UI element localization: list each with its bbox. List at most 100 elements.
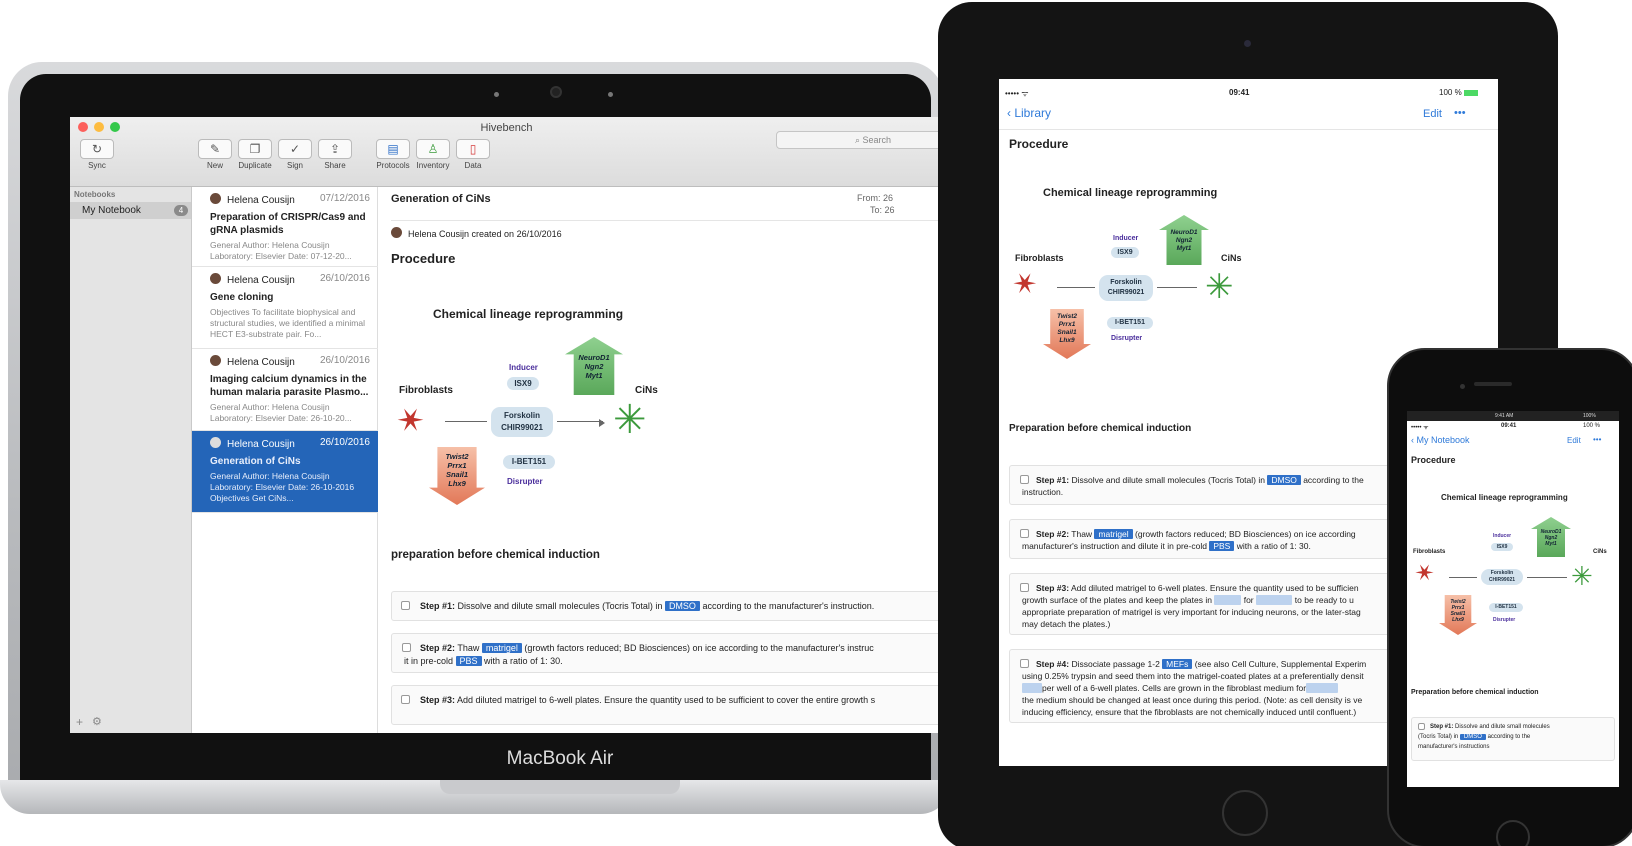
reagent-tag[interactable]: PBS (1209, 541, 1235, 551)
step-text: Thaw (455, 643, 482, 653)
edit-button[interactable]: Edit (1567, 436, 1581, 445)
iphone-screen: 9:41 AM 100% ••••• ᯤ 09:41 100 % ‹ My Not… (1407, 411, 1619, 787)
isx9-pill: ISX9 (507, 377, 539, 390)
duration-tag[interactable] (1306, 683, 1339, 693)
sidebar-item-my-notebook[interactable]: My Notebook 4 (70, 202, 191, 219)
arrow (1057, 287, 1095, 288)
iphone-home-button[interactable] (1496, 820, 1530, 846)
reagent-tag[interactable]: DMSO (1267, 475, 1301, 485)
inducer-label: Inducer (1113, 235, 1139, 242)
date-from: From: 26 (857, 193, 894, 203)
gene-label: Lhx9 (1452, 617, 1464, 623)
step-text: according to the manufacturer's instruct… (699, 601, 875, 611)
ibet-pill: I-BET151 (1107, 317, 1153, 329)
search-input[interactable]: ⌕ Search (776, 131, 943, 149)
step-text: manufacturer's instruction and dilute it… (1022, 541, 1210, 551)
back-button[interactable]: ‹ My Notebook (1411, 435, 1470, 445)
arrow (1449, 577, 1477, 578)
reagent-tag[interactable]: DMSO (664, 601, 700, 611)
product-scene: MacBook Air Hivebench ↻ Sync ✎ New ❐ Dup… (0, 0, 1632, 846)
reagent-tag[interactable]: PBS (455, 656, 482, 666)
chir-label: CHIR99021 (501, 423, 543, 432)
avatar (210, 193, 221, 204)
step-label: Step #1: (420, 601, 456, 611)
fibroblasts-label: Fibroblasts (399, 385, 453, 396)
step-checkbox[interactable] (1020, 659, 1029, 668)
macbook-brand: MacBook Air (506, 748, 614, 769)
edit-button[interactable]: Edit (1423, 108, 1442, 120)
sensor-dot (608, 92, 613, 97)
reagent-tag[interactable]: DMSO (1459, 734, 1486, 740)
document-title: Generation of CiNs (391, 193, 491, 205)
created-by: Helena Cousijn created on 26/10/2016 (391, 227, 562, 239)
note-date: 26/10/2016 (319, 273, 370, 284)
reagent-tag[interactable]: matrigel (481, 643, 522, 653)
list-item-selected[interactable]: Helena Cousijn 26/10/2016 Generation of C… (192, 431, 378, 513)
window-toolbar: Hivebench ↻ Sync ✎ New ❐ Duplicate ✓ Sig… (70, 117, 943, 187)
step-text: (Tocris Total) in (1418, 734, 1460, 740)
iphone-camera-icon (1460, 384, 1465, 389)
step-card: Step #1: Dissolve and dilute small molec… (391, 591, 943, 621)
quantity-tag[interactable] (1022, 683, 1042, 693)
note-preview: General Author: Helena Cousijn Laborator… (210, 240, 352, 261)
gene-label: Ngn2 (1175, 237, 1193, 244)
gene-label: Snail1 (1057, 329, 1077, 336)
list-item[interactable]: Helena Cousijn 26/10/2016 Imaging calcium… (192, 349, 378, 431)
checkmark-icon: ✓ (278, 139, 312, 159)
more-button[interactable]: ••• (1454, 107, 1466, 119)
step-checkbox[interactable] (1418, 723, 1425, 730)
subsection-heading: Preparation before chemical induction (1411, 689, 1539, 696)
carrier-status: ••••• ᯤ (1005, 89, 1029, 98)
diagram-title: Chemical lineage reprogramming (433, 307, 624, 321)
reagent-tag[interactable]: MEFs (1162, 659, 1193, 669)
note-author: Helena Cousijn (227, 357, 295, 368)
step-text: with a ratio of 1: 30. (1234, 541, 1311, 551)
forskolin-chir-pill: Forskolin CHIR99021 (1099, 275, 1153, 301)
fibroblasts-label: Fibroblasts (1015, 253, 1064, 263)
macbook-notch (440, 780, 680, 794)
add-icon[interactable]: + (76, 715, 83, 729)
step-checkbox[interactable] (1020, 583, 1029, 592)
note-date: 07/12/2016 (319, 193, 370, 204)
note-preview: General Author: Helena Cousijn Laborator… (210, 402, 352, 423)
reprogramming-diagram: Chemical lineage reprogramming Fibroblas… (389, 297, 691, 527)
step-text: Add diluted matrigel to 6-well plates. E… (455, 695, 876, 705)
step-checkbox[interactable] (401, 601, 410, 610)
reagent-tag[interactable]: matrigel (1094, 529, 1133, 539)
step-text: Dissolve and dilute small molecules (1453, 724, 1550, 730)
step-text: it in pre-cold (404, 656, 456, 666)
step-text: to be ready to u (1294, 595, 1354, 605)
timer-tag[interactable]: 0:30:00 (1256, 595, 1293, 605)
gene-label: Twist2 (445, 452, 469, 461)
step-checkbox[interactable] (401, 695, 410, 704)
forskolin-label: Forskolin (1110, 279, 1142, 286)
step-checkbox[interactable] (402, 643, 411, 652)
mac-window: Hivebench ↻ Sync ✎ New ❐ Duplicate ✓ Sig… (70, 117, 943, 733)
subsection-heading: preparation before chemical induction (391, 549, 600, 561)
reprogramming-diagram: Chemical lineage reprogramming Fibroblas… (1006, 181, 1269, 381)
step-checkbox[interactable] (1020, 529, 1029, 538)
list-item[interactable]: Helena Cousijn 07/12/2016 Preparation of … (192, 187, 378, 267)
gene-label: Prrx1 (447, 461, 467, 470)
step-text: Dissolve and dilute small molecules (Toc… (455, 601, 665, 611)
step-label: Step #4: (1036, 659, 1070, 669)
more-button[interactable]: ••• (1593, 435, 1601, 444)
chir-label: CHIR99021 (1488, 577, 1516, 583)
settings-icon[interactable]: ⚙ (92, 715, 102, 728)
step-text: Dissociate passage 1-2 (1069, 659, 1163, 669)
back-button[interactable]: ‹ Library (1007, 106, 1051, 120)
inducer-label: Inducer (1493, 533, 1512, 539)
arrowhead (599, 419, 605, 427)
step-text: Thaw (1069, 529, 1095, 539)
sidebar: Notebooks My Notebook 4 + ⚙ (70, 187, 192, 733)
forskolin-chir-pill: Forskolin CHIR99021 (1481, 569, 1523, 585)
step-checkbox[interactable] (1020, 475, 1029, 484)
device-status-bar: 9:41 AM 100% (1407, 411, 1619, 421)
back-label: Library (1014, 106, 1052, 120)
temperature-tag[interactable]: 37°C (1214, 595, 1242, 605)
search-icon: ⌕ (855, 135, 863, 145)
duplicate-icon: ❐ (238, 139, 272, 159)
list-item[interactable]: Helena Cousijn 26/10/2016 Gene cloning Ob… (192, 267, 378, 349)
fibroblast-cell-icon: ✶ (1409, 556, 1441, 591)
home-button[interactable] (1222, 790, 1268, 836)
